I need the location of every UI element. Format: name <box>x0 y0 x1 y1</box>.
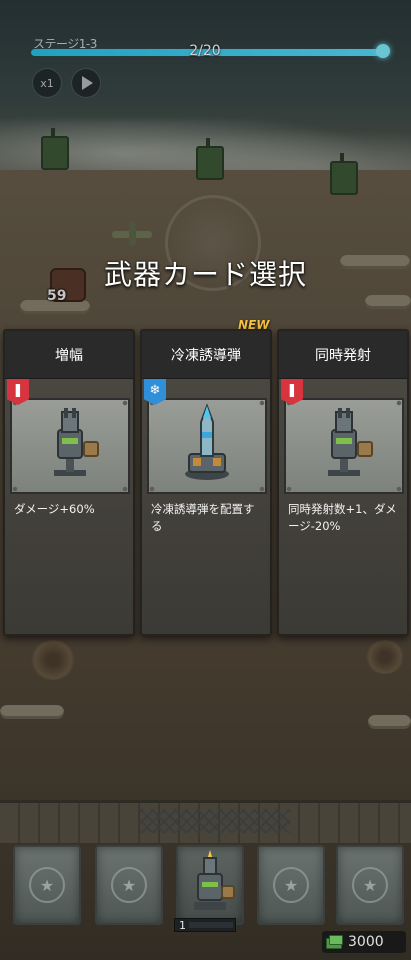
weapon-card-amplify[interactable]: 増幅 ❚ ダメージ+60% <box>3 329 135 636</box>
cash-icon <box>326 935 343 949</box>
star-emblem-icon: ★ <box>29 867 65 903</box>
turret-level-badge: 1 <box>174 918 236 932</box>
turret-slot-5[interactable]: ★ <box>336 845 404 925</box>
star-emblem-icon: ★ <box>111 867 147 903</box>
gatling-turret-icon <box>328 408 373 476</box>
card-title: 増幅 <box>5 331 133 379</box>
turret-level-bar <box>189 922 233 928</box>
card-title: 冷凍誘導弾 <box>142 331 270 379</box>
card-description: ダメージ+60% <box>14 502 95 516</box>
gatling-turret-icon <box>54 408 99 476</box>
card-description: 冷凍誘導弾を配置する <box>151 502 255 533</box>
money-display: 3000 <box>322 931 406 953</box>
gatling-turret-icon <box>194 850 235 910</box>
missile-turret-icon <box>185 403 229 480</box>
card-description: 同時発射数+1、ダメージ-20% <box>288 502 397 533</box>
turret-slot-3[interactable] <box>176 845 244 925</box>
money-value: 3000 <box>348 934 384 950</box>
card-art <box>147 398 267 494</box>
weapon-card-multishot[interactable]: 同時発射 ❚ 同時発射数+1、ダメージ-20% <box>277 329 409 636</box>
weapon-card-freeze-missile[interactable]: 冷凍誘導弾 ❄ 冷凍誘導弾を配置する <box>140 329 272 636</box>
card-title: 同時発射 <box>279 331 407 379</box>
turret-slot-4[interactable]: ★ <box>257 845 325 925</box>
star-emblem-icon: ★ <box>273 867 309 903</box>
turret-slot-2[interactable]: ★ <box>95 845 163 925</box>
turret-slot-1[interactable]: ★ <box>13 845 81 925</box>
card-art <box>284 398 404 494</box>
star-emblem-icon: ★ <box>352 867 388 903</box>
card-art <box>10 398 130 494</box>
turret-level-value: 1 <box>179 919 186 932</box>
dialog-title: 武器カード選択 <box>103 258 307 291</box>
